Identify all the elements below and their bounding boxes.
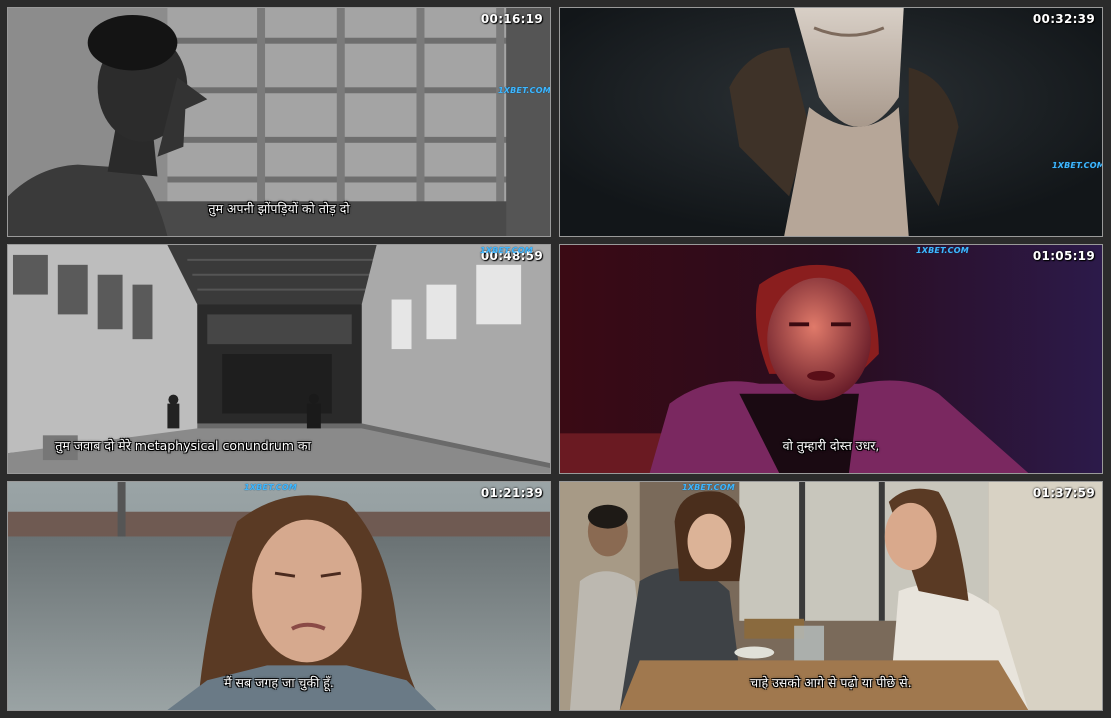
watermark-logo: 1XBET.COM <box>498 86 551 95</box>
thumbnail-frame-1[interactable]: 00:16:19 1XBET.COM तुम अपनी झोंपड़ियों क… <box>7 7 551 237</box>
scene-woman-head-back <box>560 8 1102 236</box>
subtitle: चाहे उसको आगे से पढ़ो या पीछे से. <box>750 675 912 690</box>
timestamp: 01:37:59 <box>1032 486 1095 500</box>
watermark-logo: 1XBET.COM <box>244 483 297 492</box>
thumbnail-frame-4[interactable]: 01:05:19 1XBET.COM वो तुम्हारी दोस्त उधर… <box>559 244 1103 474</box>
watermark-logo: 1XBET.COM <box>480 246 533 255</box>
timestamp: 01:05:19 <box>1032 249 1095 263</box>
thumbnail-frame-2[interactable]: 00:32:39 1XBET.COM <box>559 7 1103 237</box>
subtitle: तुम जवाब दो मेरे metaphysical conundrum … <box>55 438 311 453</box>
thumbnail-frame-3[interactable]: 00:48:59 1XBET.COM तुम जवाब दो मेरे meta… <box>7 244 551 474</box>
subtitle: मैं सब जगह जा चुकी हूँ. <box>224 675 334 690</box>
thumbnail-frame-5[interactable]: 01:21:39 1XBET.COM मैं सब जगह जा चुकी हू… <box>7 481 551 711</box>
timestamp: 00:16:19 <box>480 12 543 26</box>
watermark-logo: 1XBET.COM <box>916 246 969 255</box>
thumbnail-grid: 00:16:19 1XBET.COM तुम अपनी झोंपड़ियों क… <box>0 0 1111 718</box>
subtitle: तुम अपनी झोंपड़ियों को तोड़ दो <box>208 201 350 216</box>
watermark-logo: 1XBET.COM <box>1052 161 1103 170</box>
timestamp: 01:21:39 <box>480 486 543 500</box>
thumbnail-frame-6[interactable]: 01:37:59 1XBET.COM चाहे उसको आगे से पढ़ो… <box>559 481 1103 711</box>
watermark-logo: 1XBET.COM <box>682 483 735 492</box>
subtitle: वो तुम्हारी दोस्त उधर, <box>782 438 880 453</box>
timestamp: 00:32:39 <box>1032 12 1095 26</box>
